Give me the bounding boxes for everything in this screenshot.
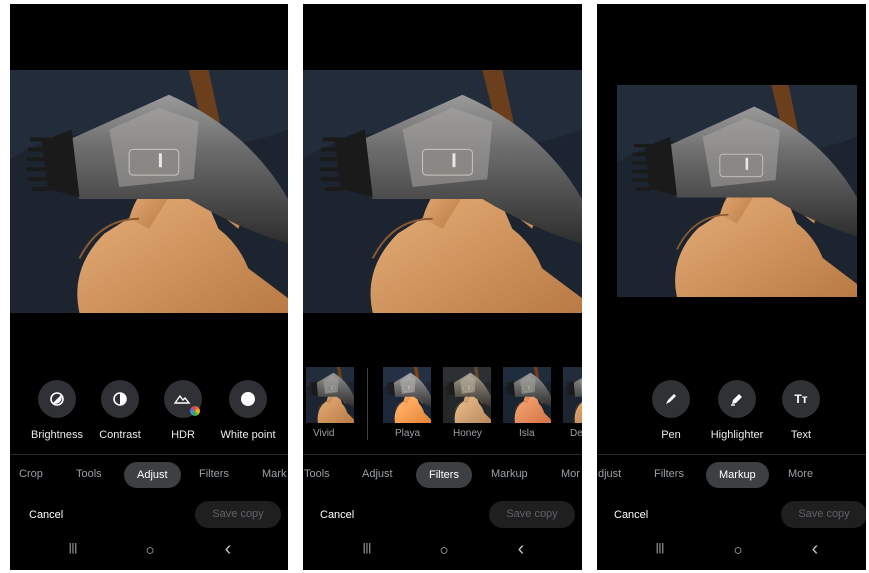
hdr-badge-icon [190, 406, 200, 416]
brightness-icon [38, 380, 76, 418]
filter-thumb-honey[interactable] [443, 367, 491, 423]
tab-tools[interactable]: Tools [76, 468, 102, 480]
tab-filters[interactable]: Filters [199, 468, 229, 480]
tab-markup[interactable]: Markup [491, 468, 528, 480]
text-tool[interactable]: Tт Text [761, 380, 841, 441]
save-copy-button[interactable]: Save copy [781, 501, 866, 528]
highlighter-icon [718, 380, 756, 418]
text-label: Text [790, 429, 812, 441]
pen-icon [652, 380, 690, 418]
tab-markup[interactable]: Markup [706, 462, 769, 488]
back-icon[interactable]: ‹ [805, 538, 825, 561]
markup-panel: Pen Highlighter Tт Text djust Filters Ma… [597, 4, 866, 570]
back-icon[interactable]: ‹ [511, 538, 531, 561]
system-nav-bar: ||| ○ ‹ [10, 538, 288, 562]
photo-preview [617, 85, 857, 297]
adjust-tools: Brightness Contrast HDR White point [10, 380, 288, 450]
editor-tabs: djust Filters Markup More [597, 462, 866, 496]
filter-label-playa: Playa [395, 428, 421, 439]
save-copy-button[interactable]: Save copy [195, 501, 281, 528]
tab-adjust[interactable]: Adjust [362, 468, 393, 480]
filter-label-vivid: Vivid [313, 428, 335, 439]
filter-thumb-playa[interactable] [383, 367, 431, 423]
hdr-icon [164, 380, 202, 418]
filter-label-isla: Isla [519, 428, 535, 439]
filter-thumb-isla[interactable] [503, 367, 551, 423]
tab-filters[interactable]: Filters [416, 462, 472, 488]
system-nav-bar: ||| ○ ‹ [597, 538, 866, 562]
tab-markup[interactable]: Mark [262, 468, 286, 480]
editor-tabs: Tools Adjust Filters Markup Mor [303, 462, 582, 496]
cancel-button[interactable]: Cancel [614, 509, 648, 521]
filter-thumb-de[interactable] [563, 367, 582, 423]
save-copy-button[interactable]: Save copy [489, 501, 575, 528]
photo-preview [10, 70, 288, 313]
white-point-tool[interactable]: White point [208, 380, 288, 441]
recents-icon[interactable]: ||| [650, 542, 670, 554]
editor-tabs: Crop Tools Adjust Filters Mark [10, 462, 288, 496]
photo-preview [303, 70, 582, 313]
cancel-button[interactable]: Cancel [29, 509, 63, 521]
adjust-panel: Brightness Contrast HDR White point Crop… [10, 4, 288, 570]
divider [10, 454, 288, 455]
tab-crop[interactable]: Crop [19, 468, 43, 480]
text-icon: Tт [782, 380, 820, 418]
tab-adjust[interactable]: Adjust [124, 462, 181, 488]
home-icon[interactable]: ○ [434, 542, 454, 559]
contrast-icon [101, 380, 139, 418]
tab-tools[interactable]: Tools [304, 468, 330, 480]
cancel-button[interactable]: Cancel [320, 509, 354, 521]
recents-icon[interactable]: ||| [63, 542, 83, 554]
home-icon[interactable]: ○ [728, 542, 748, 559]
text-icon-glyph: Tт [794, 392, 808, 406]
white-point-label: White point [220, 429, 276, 441]
tab-more[interactable]: Mor [561, 468, 580, 480]
filter-thumb-vivid[interactable] [306, 367, 354, 423]
filters-panel: Vivid Playa Honey Isla De Tools Adjust F… [303, 4, 582, 570]
filter-divider [367, 368, 368, 440]
back-icon[interactable]: ‹ [218, 538, 238, 561]
divider [303, 454, 582, 455]
filter-label-de: De [570, 428, 582, 439]
tab-filters[interactable]: Filters [654, 468, 684, 480]
tab-more[interactable]: More [788, 468, 813, 480]
tab-adjust[interactable]: djust [598, 468, 621, 480]
home-icon[interactable]: ○ [140, 542, 160, 559]
filter-label-honey: Honey [453, 428, 482, 439]
divider [597, 454, 866, 455]
markup-tools: Pen Highlighter Tт Text [597, 380, 866, 450]
white-point-icon [229, 380, 267, 418]
system-nav-bar: ||| ○ ‹ [303, 538, 582, 562]
recents-icon[interactable]: ||| [357, 542, 377, 554]
